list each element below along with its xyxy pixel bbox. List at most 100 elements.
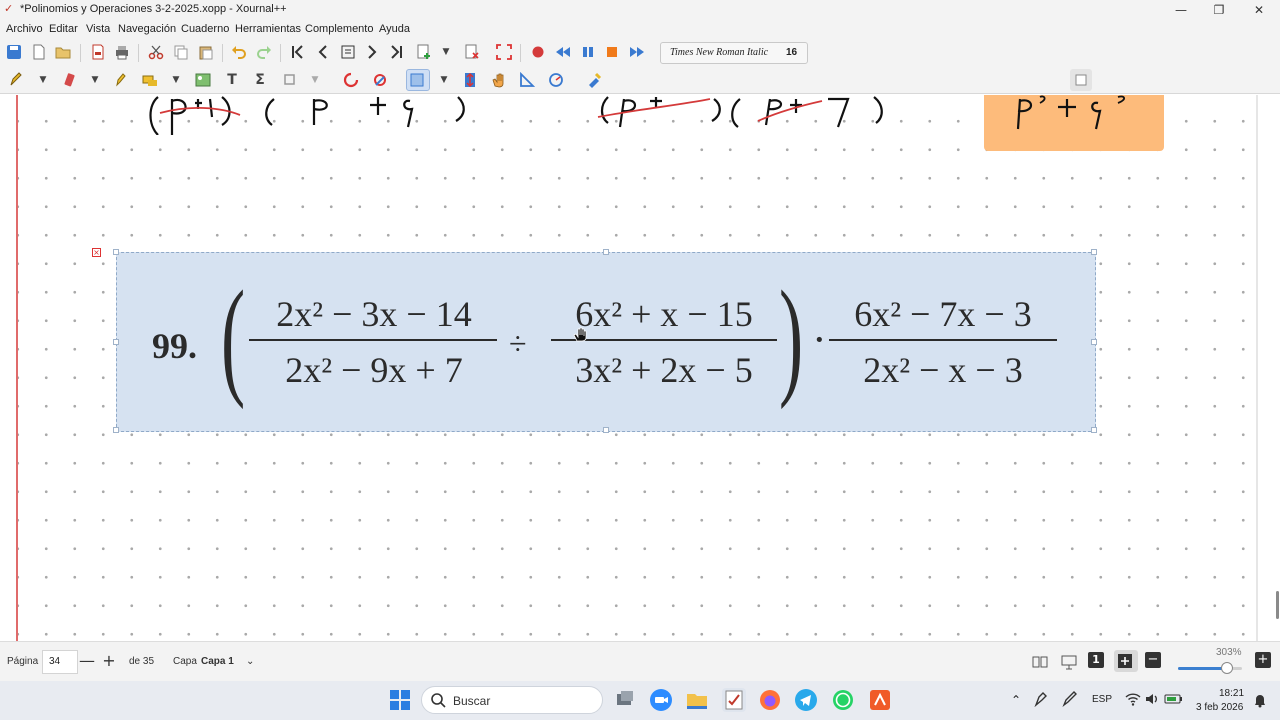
zoom-out-icon[interactable]: −	[1145, 652, 1161, 668]
windows-start-icon[interactable]	[388, 688, 412, 712]
menu-complemento[interactable]: Complemento	[305, 23, 373, 35]
save-icon[interactable]	[4, 42, 24, 62]
grid-snap-icon[interactable]	[370, 70, 390, 90]
highlighter-icon[interactable]	[110, 70, 130, 90]
layer-selector[interactable]: Capa 1	[201, 656, 234, 667]
font-selector-button[interactable]: Times New Roman Italic 16	[660, 42, 808, 64]
previous-page-icon[interactable]	[313, 42, 333, 62]
paste-icon[interactable]	[196, 42, 216, 62]
firefox-icon[interactable]	[758, 688, 782, 712]
text-tool-icon[interactable]: T	[222, 70, 242, 90]
fullscreen-icon[interactable]	[494, 42, 514, 62]
copy-icon[interactable]	[171, 42, 191, 62]
open-folder-icon[interactable]	[53, 42, 73, 62]
redo-icon[interactable]	[254, 42, 274, 62]
two-page-view-icon[interactable]	[1030, 652, 1050, 672]
latex-tool-icon[interactable]: Σ	[250, 70, 270, 90]
delete-page-icon[interactable]	[462, 42, 482, 62]
maximize-button[interactable]: ❐	[1200, 0, 1238, 20]
zoom-fit-icon[interactable]	[1114, 650, 1138, 672]
telegram-icon[interactable]	[794, 688, 818, 712]
presentation-mode-icon[interactable]	[1059, 652, 1079, 672]
record-icon[interactable]	[528, 42, 548, 62]
page-label: Página	[7, 656, 39, 667]
export-pdf-icon[interactable]	[88, 42, 108, 62]
goto-page-icon[interactable]	[338, 42, 358, 62]
task-view-icon[interactable]	[613, 688, 637, 712]
pause-icon[interactable]	[578, 42, 598, 62]
hand-tool-icon[interactable]	[489, 70, 509, 90]
select-dropdown-icon[interactable]: ▼	[166, 70, 186, 90]
right-parenthesis: )	[779, 263, 804, 410]
menu-cuaderno[interactable]: Cuaderno	[181, 23, 229, 35]
eraser-icon[interactable]	[60, 70, 80, 90]
image-icon[interactable]	[193, 70, 213, 90]
select-region-icon[interactable]	[140, 70, 160, 90]
volume-icon[interactable]	[1144, 691, 1160, 710]
zoom-slider-thumb[interactable]	[1221, 662, 1233, 674]
undo-icon[interactable]	[229, 42, 249, 62]
vertical-scrollbar-thumb[interactable]	[1276, 591, 1279, 619]
menu-ayuda[interactable]: Ayuda	[379, 23, 410, 35]
zoom-in-icon[interactable]: +	[1255, 652, 1271, 668]
minimize-button[interactable]: —	[1162, 0, 1200, 20]
clock-time[interactable]: 18:21	[1219, 688, 1244, 699]
rotation-snap-icon[interactable]	[341, 70, 361, 90]
next-page-icon[interactable]	[362, 42, 382, 62]
shape-tool-icon[interactable]	[280, 70, 300, 90]
menu-archivo[interactable]: Archivo	[6, 23, 43, 35]
zoom-app-icon[interactable]	[649, 688, 673, 712]
eraser-dropdown-icon[interactable]: ▼	[85, 70, 105, 90]
menu-editar[interactable]: Editar	[49, 23, 78, 35]
cut-icon[interactable]	[146, 42, 166, 62]
layer-dropdown-icon[interactable]: ⌄	[246, 656, 254, 667]
reader-app-icon[interactable]	[868, 688, 892, 712]
show-hidden-icons-icon[interactable]: ⌃	[1011, 693, 1021, 707]
selection-rectangle-icon[interactable]	[406, 69, 430, 91]
menu-vista[interactable]: Vista	[86, 23, 110, 35]
pen-icon[interactable]	[6, 70, 26, 90]
wifi-icon[interactable]	[1125, 691, 1141, 710]
battery-icon[interactable]	[1164, 691, 1184, 710]
xournal-taskbar-icon[interactable]	[722, 688, 746, 712]
page-number-icon[interactable]: 1	[1088, 652, 1104, 668]
insert-page-dropdown-icon[interactable]: ▼	[436, 42, 456, 62]
whatsapp-icon[interactable]	[831, 688, 855, 712]
page-border-right	[1256, 95, 1258, 641]
notifications-icon[interactable]	[1252, 692, 1268, 711]
default-tool-icon[interactable]	[584, 70, 604, 90]
menu-herramientas[interactable]: Herramientas	[235, 23, 301, 35]
menu-navegacion[interactable]: Navegación	[118, 23, 176, 35]
selected-formula-image[interactable]: 99. ( 2x² − 3x − 14 2x² − 9x + 7 ÷ 6x² +…	[113, 249, 1097, 433]
vertical-space-icon[interactable]	[460, 70, 480, 90]
stop-icon[interactable]	[602, 42, 622, 62]
handwriting-icon[interactable]	[1062, 691, 1078, 710]
page-increment-button[interactable]: +	[99, 650, 119, 672]
fraction-1-denominator: 2x² − 9x + 7	[285, 350, 463, 390]
first-page-icon[interactable]	[288, 42, 308, 62]
document-canvas[interactable]: × 99. ( 2x² − 3x − 14 2x² − 9x + 7 ÷ 6x²…	[0, 95, 1280, 641]
clock-date[interactable]: 3 feb 2026	[1196, 702, 1243, 713]
setsquare-icon[interactable]	[517, 70, 537, 90]
rewind-icon[interactable]	[553, 42, 573, 62]
selection-dropdown-icon[interactable]: ▼	[434, 70, 454, 90]
compass-icon[interactable]	[546, 70, 566, 90]
page-decrement-button[interactable]: —	[77, 650, 97, 672]
input-language[interactable]: ESP	[1092, 694, 1112, 705]
page-number-input[interactable]: 34	[42, 650, 78, 674]
delete-selection-icon[interactable]: ×	[92, 248, 101, 257]
pen-menu-icon[interactable]	[1034, 691, 1050, 710]
search-icon	[430, 692, 446, 708]
custom-color-icon[interactable]	[1070, 69, 1092, 91]
division-sign: ÷	[509, 325, 527, 361]
last-page-icon[interactable]	[386, 42, 406, 62]
file-explorer-icon[interactable]	[685, 688, 709, 712]
insert-page-icon[interactable]	[414, 42, 434, 62]
print-icon[interactable]	[112, 42, 132, 62]
shape-dropdown-icon[interactable]: ▼	[305, 70, 325, 90]
close-button[interactable]: ✕	[1240, 0, 1278, 20]
pen-dropdown-icon[interactable]: ▼	[33, 70, 53, 90]
fast-forward-icon[interactable]	[627, 42, 647, 62]
taskbar-search-box[interactable]: Buscar	[421, 686, 603, 714]
new-document-icon[interactable]	[29, 42, 49, 62]
